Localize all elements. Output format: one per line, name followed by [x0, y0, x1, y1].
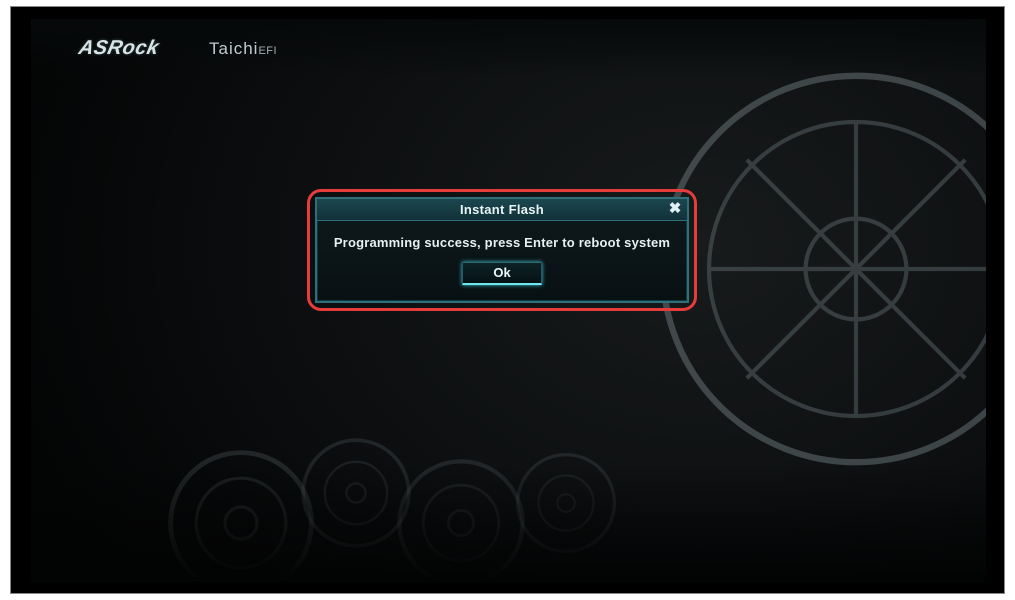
- gear-icon: [296, 433, 416, 553]
- product-logo: TaichiEFI: [209, 39, 277, 59]
- product-logo-suffix: EFI: [258, 45, 277, 57]
- gear-icon: [511, 448, 621, 558]
- gear-icon: [646, 59, 986, 479]
- brand-logo: ASRock: [77, 37, 162, 60]
- ok-button[interactable]: Ok: [462, 262, 542, 285]
- gear-icon: [391, 453, 531, 583]
- dialog-title: Instant Flash: [460, 202, 544, 217]
- close-icon[interactable]: ✖: [667, 201, 683, 217]
- gear-icon: [161, 443, 321, 583]
- bios-screen: ASRock TaichiEFI: [31, 19, 986, 583]
- dialog-titlebar: Instant Flash ✖: [317, 199, 687, 221]
- dialog-body: Programming success, press Enter to rebo…: [317, 221, 687, 295]
- screenshot-frame: ASRock TaichiEFI: [10, 6, 1005, 594]
- instant-flash-dialog: Instant Flash ✖ Programming success, pre…: [315, 197, 689, 303]
- product-logo-text: Taichi: [209, 39, 258, 58]
- dialog-message: Programming success, press Enter to rebo…: [327, 235, 677, 250]
